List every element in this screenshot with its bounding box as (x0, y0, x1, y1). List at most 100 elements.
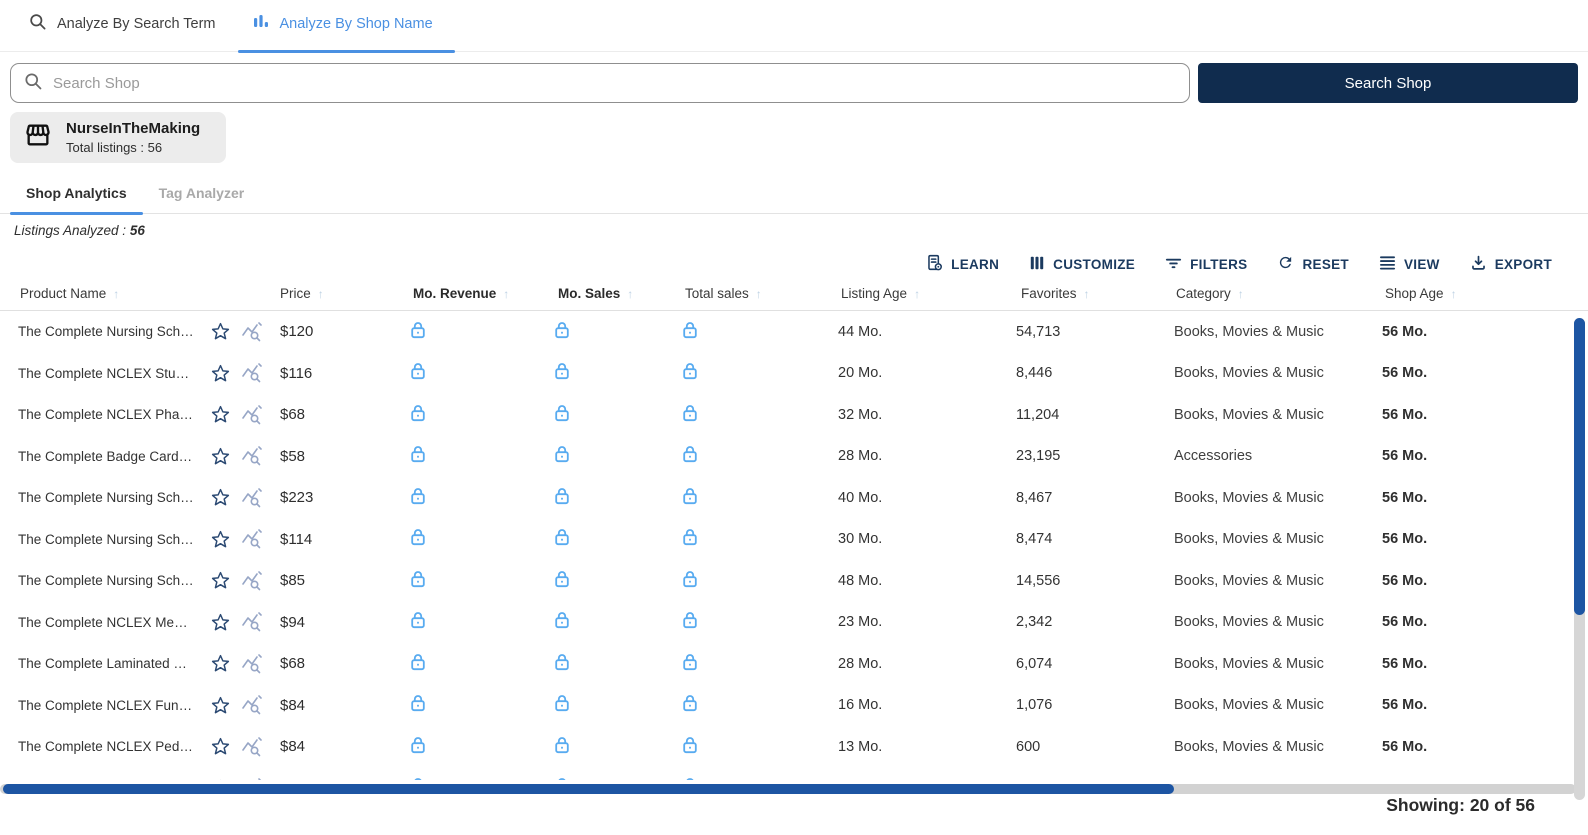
mo-sales-locked-cell[interactable] (541, 610, 669, 634)
column-header-category[interactable]: Category ↑ (1157, 286, 1365, 301)
mo-revenue-locked-cell[interactable] (396, 320, 541, 344)
sort-arrow-icon[interactable]: ↑ (914, 287, 920, 301)
customize-button[interactable]: CUSTOMIZE (1029, 255, 1135, 274)
reset-button[interactable]: RESET (1277, 254, 1349, 274)
sort-arrow-icon[interactable]: ↑ (113, 287, 119, 301)
total-sales-locked-cell[interactable] (669, 444, 821, 468)
vertical-scrollbar-track[interactable] (1574, 318, 1585, 800)
horizontal-scrollbar-thumb[interactable] (3, 784, 1174, 794)
analyze-trend-icon[interactable] (241, 363, 262, 383)
mo-sales-locked-cell[interactable] (541, 735, 669, 759)
column-header-total-sales[interactable]: Total sales ↑ (669, 286, 821, 301)
favorite-star-icon[interactable] (210, 570, 231, 591)
mo-revenue-locked-cell[interactable] (396, 444, 541, 468)
table-row[interactable]: The Complete Nursing Sch… $85 48 Mo. 14,556… (0, 560, 1588, 602)
table-row[interactable] (0, 768, 1588, 780)
vertical-scrollbar-thumb[interactable] (1574, 318, 1585, 615)
mo-sales-locked-cell[interactable] (541, 444, 669, 468)
mo-revenue-locked-cell[interactable] (396, 610, 541, 634)
product-name[interactable]: The Complete NCLEX Med S… (18, 615, 194, 630)
column-header-mo-revenue[interactable]: Mo. Revenue ↑ (396, 286, 541, 301)
product-name[interactable]: The Complete NCLEX Study … (18, 366, 194, 381)
total-sales-locked-cell[interactable] (669, 610, 821, 634)
product-name[interactable]: The Complete Nursing Sch… (18, 532, 194, 547)
analyze-trend-icon[interactable] (241, 446, 262, 466)
analyze-trend-icon[interactable] (241, 778, 262, 780)
table-row[interactable]: The Complete NCLEX Phar… $68 32 Mo. 11,204 B… (0, 394, 1588, 436)
mo-sales-locked-cell[interactable] (541, 693, 669, 717)
table-row[interactable]: The Complete NCLEX Funda… $84 16 Mo. 1,076 B… (0, 685, 1588, 727)
product-name[interactable]: The Complete Nursing Sch… (18, 573, 194, 588)
favorite-star-icon[interactable] (210, 529, 231, 550)
search-shop-button[interactable]: Search Shop (1198, 63, 1578, 103)
analyze-trend-icon[interactable] (241, 529, 262, 549)
column-header-listing-age[interactable]: Listing Age ↑ (821, 286, 999, 301)
sort-arrow-icon[interactable]: ↑ (627, 287, 633, 301)
mo-sales-locked-cell[interactable] (541, 569, 669, 593)
column-header-product-name[interactable]: Product Name ↑ (0, 286, 262, 301)
analyze-trend-icon[interactable] (241, 695, 262, 715)
table-row[interactable]: The Complete NCLEX Med S… $94 23 Mo. 2,342 B… (0, 602, 1588, 644)
table-row[interactable]: The Complete Nursing Sch… $223 40 Mo. 8,467… (0, 477, 1588, 519)
total-sales-locked-cell[interactable] (669, 693, 821, 717)
favorite-star-icon[interactable] (210, 487, 231, 508)
sort-arrow-icon[interactable]: ↑ (503, 287, 509, 301)
analyze-trend-icon[interactable] (241, 487, 262, 508)
tab-shop-analytics[interactable]: Shop Analytics (10, 175, 143, 215)
analyze-trend-icon[interactable] (241, 736, 262, 757)
product-name[interactable]: The Complete NCLEX Pediat… (18, 739, 194, 754)
favorite-star-icon[interactable] (210, 404, 231, 425)
mo-revenue-locked-cell[interactable] (396, 569, 541, 593)
mo-revenue-locked-cell[interactable] (396, 693, 541, 717)
mo-revenue-locked-cell[interactable] (396, 361, 541, 385)
table-row[interactable]: The Complete Laminated S… $68 28 Mo. 6,074 B… (0, 643, 1588, 685)
mo-sales-locked-cell[interactable] (541, 320, 669, 344)
product-name[interactable]: The Complete NCLEX Funda… (18, 698, 194, 713)
search-shop-input[interactable] (53, 74, 1177, 92)
analyze-trend-icon[interactable] (241, 612, 262, 632)
total-sales-locked-cell[interactable] (669, 527, 821, 551)
mo-revenue-locked-cell[interactable] (396, 403, 541, 427)
column-header-price[interactable]: Price ↑ (262, 286, 396, 301)
product-name[interactable]: The Complete Badge Card … (18, 449, 194, 464)
column-header-mo-sales[interactable]: Mo. Sales ↑ (541, 286, 669, 301)
tab-analyze-by-search-term[interactable]: Analyze By Search Term (14, 12, 238, 51)
mo-revenue-locked-cell[interactable] (396, 735, 541, 759)
total-sales-locked-cell[interactable] (669, 735, 821, 759)
total-sales-locked-cell[interactable] (669, 403, 821, 427)
product-name[interactable]: The Complete Laminated S… (18, 656, 194, 671)
table-row[interactable]: The Complete Nursing Sch… $114 30 Mo. 8,474… (0, 519, 1588, 561)
total-sales-locked-cell[interactable] (669, 486, 821, 510)
favorite-star-icon[interactable] (210, 321, 231, 342)
mo-revenue-locked-cell[interactable] (396, 776, 541, 780)
column-header-favorites[interactable]: Favorites ↑ (999, 286, 1157, 301)
mo-sales-locked-cell[interactable] (541, 527, 669, 551)
learn-button[interactable]: LEARN (926, 254, 999, 274)
filters-button[interactable]: FILTERS (1165, 254, 1247, 274)
favorite-star-icon[interactable] (210, 653, 231, 674)
view-button[interactable]: VIEW (1379, 254, 1440, 274)
export-button[interactable]: EXPORT (1470, 254, 1552, 274)
table-row[interactable]: The Complete NCLEX Pediat… $84 13 Mo. 600 Bo… (0, 726, 1588, 768)
product-name[interactable]: The Complete NCLEX Phar… (18, 407, 194, 422)
sort-arrow-icon[interactable]: ↑ (318, 287, 324, 301)
column-header-shop-age[interactable]: Shop Age ↑ (1365, 286, 1545, 301)
analyze-trend-icon[interactable] (241, 653, 262, 674)
mo-revenue-locked-cell[interactable] (396, 527, 541, 551)
product-name[interactable]: The Complete Nursing Sch… (18, 490, 194, 505)
favorite-star-icon[interactable] (210, 736, 231, 757)
total-sales-locked-cell[interactable] (669, 569, 821, 593)
sort-arrow-icon[interactable]: ↑ (756, 287, 762, 301)
total-sales-locked-cell[interactable] (669, 320, 821, 344)
mo-sales-locked-cell[interactable] (541, 776, 669, 780)
total-sales-locked-cell[interactable] (669, 361, 821, 385)
analyze-trend-icon[interactable] (241, 404, 262, 425)
table-row[interactable]: The Complete Nursing Sch… $120 44 Mo. 54,71… (0, 311, 1588, 353)
table-row[interactable]: The Complete Badge Card … $58 28 Mo. 23,195… (0, 436, 1588, 478)
table-row[interactable]: The Complete NCLEX Study … $116 20 Mo. 8,44… (0, 353, 1588, 395)
horizontal-scrollbar-track[interactable] (0, 784, 1576, 794)
sort-arrow-icon[interactable]: ↑ (1238, 287, 1244, 301)
sort-arrow-icon[interactable]: ↑ (1084, 287, 1090, 301)
mo-revenue-locked-cell[interactable] (396, 486, 541, 510)
favorite-star-icon[interactable] (210, 363, 231, 384)
